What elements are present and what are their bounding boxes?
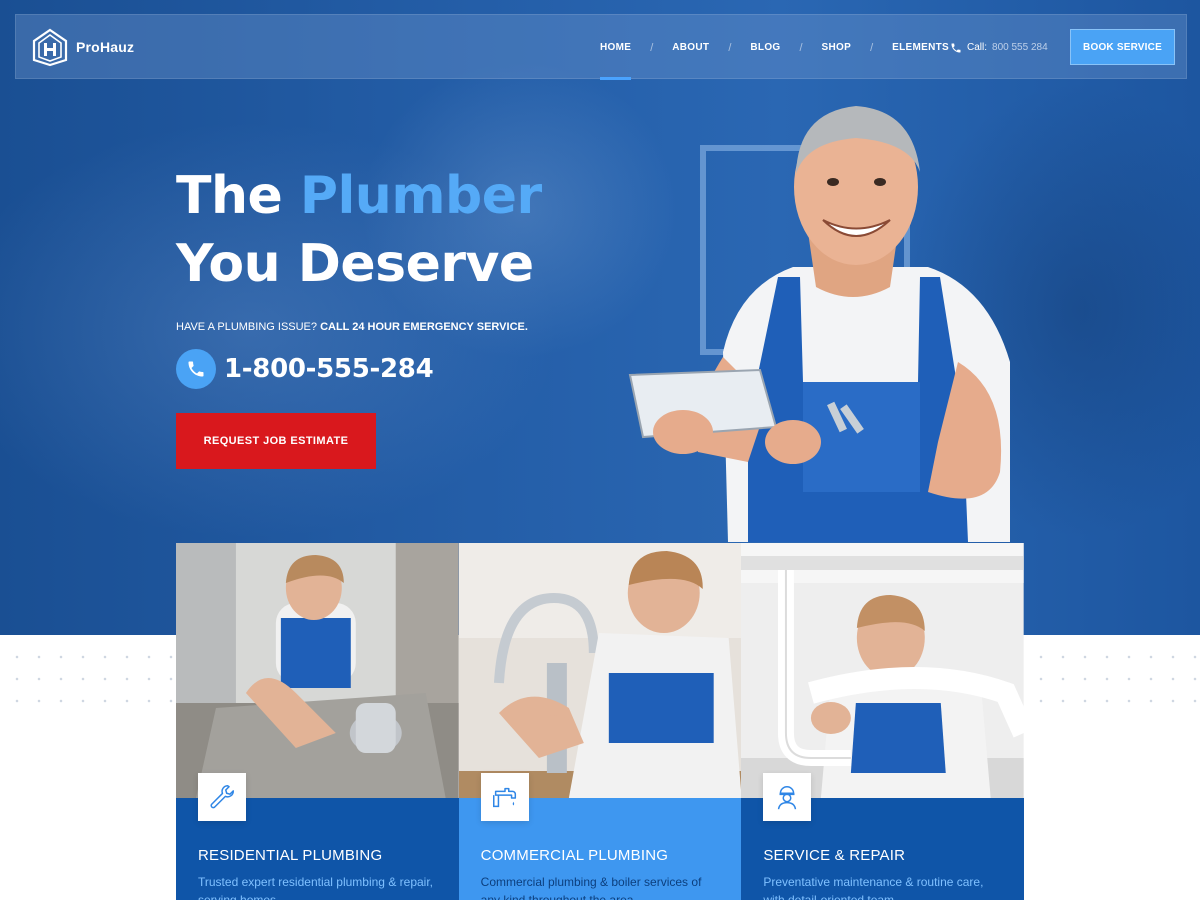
commercial-plumbing-photo [458, 543, 742, 798]
book-service-button[interactable]: BOOK SERVICE [1070, 29, 1175, 65]
nav-item-about[interactable]: ABOUT [668, 15, 713, 80]
main-menu: HOME / ABOUT / BLOG / SHOP / ELEMENTS [596, 15, 953, 80]
residential-plumbing-photo [176, 543, 459, 798]
house-logo-icon [32, 28, 68, 67]
service-description: Preventative maintenance & routine care,… [763, 875, 984, 900]
hero-section: ProHauz HOME / ABOUT / BLOG / SHOP / ELE… [0, 0, 1200, 635]
brand-name: ProHauz [76, 39, 135, 55]
nav-separator: / [799, 41, 803, 54]
service-repair-photo [741, 543, 1024, 798]
hero-phone[interactable]: 1-800-555-284 [176, 349, 434, 389]
service-description: Commercial plumbing & boiler services of… [480, 875, 702, 900]
headline-line-2: You Deserve [176, 234, 534, 294]
nav-item-blog[interactable]: BLOG [746, 15, 784, 80]
service-card-residential[interactable]: RESIDENTIAL PLUMBING Trusted expert resi… [176, 543, 459, 900]
nav-item-shop[interactable]: SHOP [818, 15, 856, 80]
hero-subline: HAVE A PLUMBING ISSUE? CALL 24 HOUR EMER… [176, 321, 528, 333]
service-card-repair[interactable]: SERVICE & REPAIR Preventative maintenanc… [741, 543, 1024, 900]
hero-phone-number: 1-800-555-284 [224, 354, 434, 384]
dot-pattern-right [1024, 640, 1200, 720]
top-navigation-bar: ProHauz HOME / ABOUT / BLOG / SHOP / ELE… [15, 14, 1187, 80]
wrench-icon [198, 773, 246, 821]
faucet-icon [480, 773, 529, 821]
service-card-commercial[interactable]: COMMERCIAL PLUMBING Commercial plumbing … [458, 543, 742, 900]
services-cards: RESIDENTIAL PLUMBING Trusted expert resi… [176, 543, 1024, 900]
subline-prefix: HAVE A PLUMBING ISSUE? [176, 321, 318, 333]
service-description: Trusted expert residential plumbing & re… [198, 875, 434, 900]
nav-call-info[interactable]: Call: 800 555 284 [950, 15, 1048, 80]
request-estimate-button[interactable]: REQUEST JOB ESTIMATE [176, 413, 376, 469]
headline-accent: Plumber [299, 166, 542, 226]
dot-pattern-left [0, 640, 176, 720]
logo[interactable]: ProHauz [30, 27, 134, 67]
phone-circle-icon [176, 349, 216, 389]
subline-emphasis: CALL 24 HOUR EMERGENCY SERVICE. [320, 321, 528, 333]
nav-separator: / [870, 41, 874, 54]
nav-item-home[interactable]: HOME [596, 15, 635, 80]
nav-separator: / [728, 41, 732, 54]
call-number: 800 555 284 [992, 42, 1048, 53]
nav-item-elements[interactable]: ELEMENTS [888, 15, 953, 80]
plumber-photo [628, 106, 1010, 542]
hero-headline: The Plumber You Deserve [176, 162, 542, 298]
service-title: SERVICE & REPAIR [763, 847, 906, 864]
headline-word: The [176, 166, 283, 226]
call-label: Call: [967, 42, 988, 53]
phone-icon [951, 43, 961, 52]
service-title: RESIDENTIAL PLUMBING [198, 847, 383, 864]
nav-separator: / [650, 41, 654, 54]
service-title: COMMERCIAL PLUMBING [480, 847, 669, 864]
worker-icon [763, 773, 812, 821]
